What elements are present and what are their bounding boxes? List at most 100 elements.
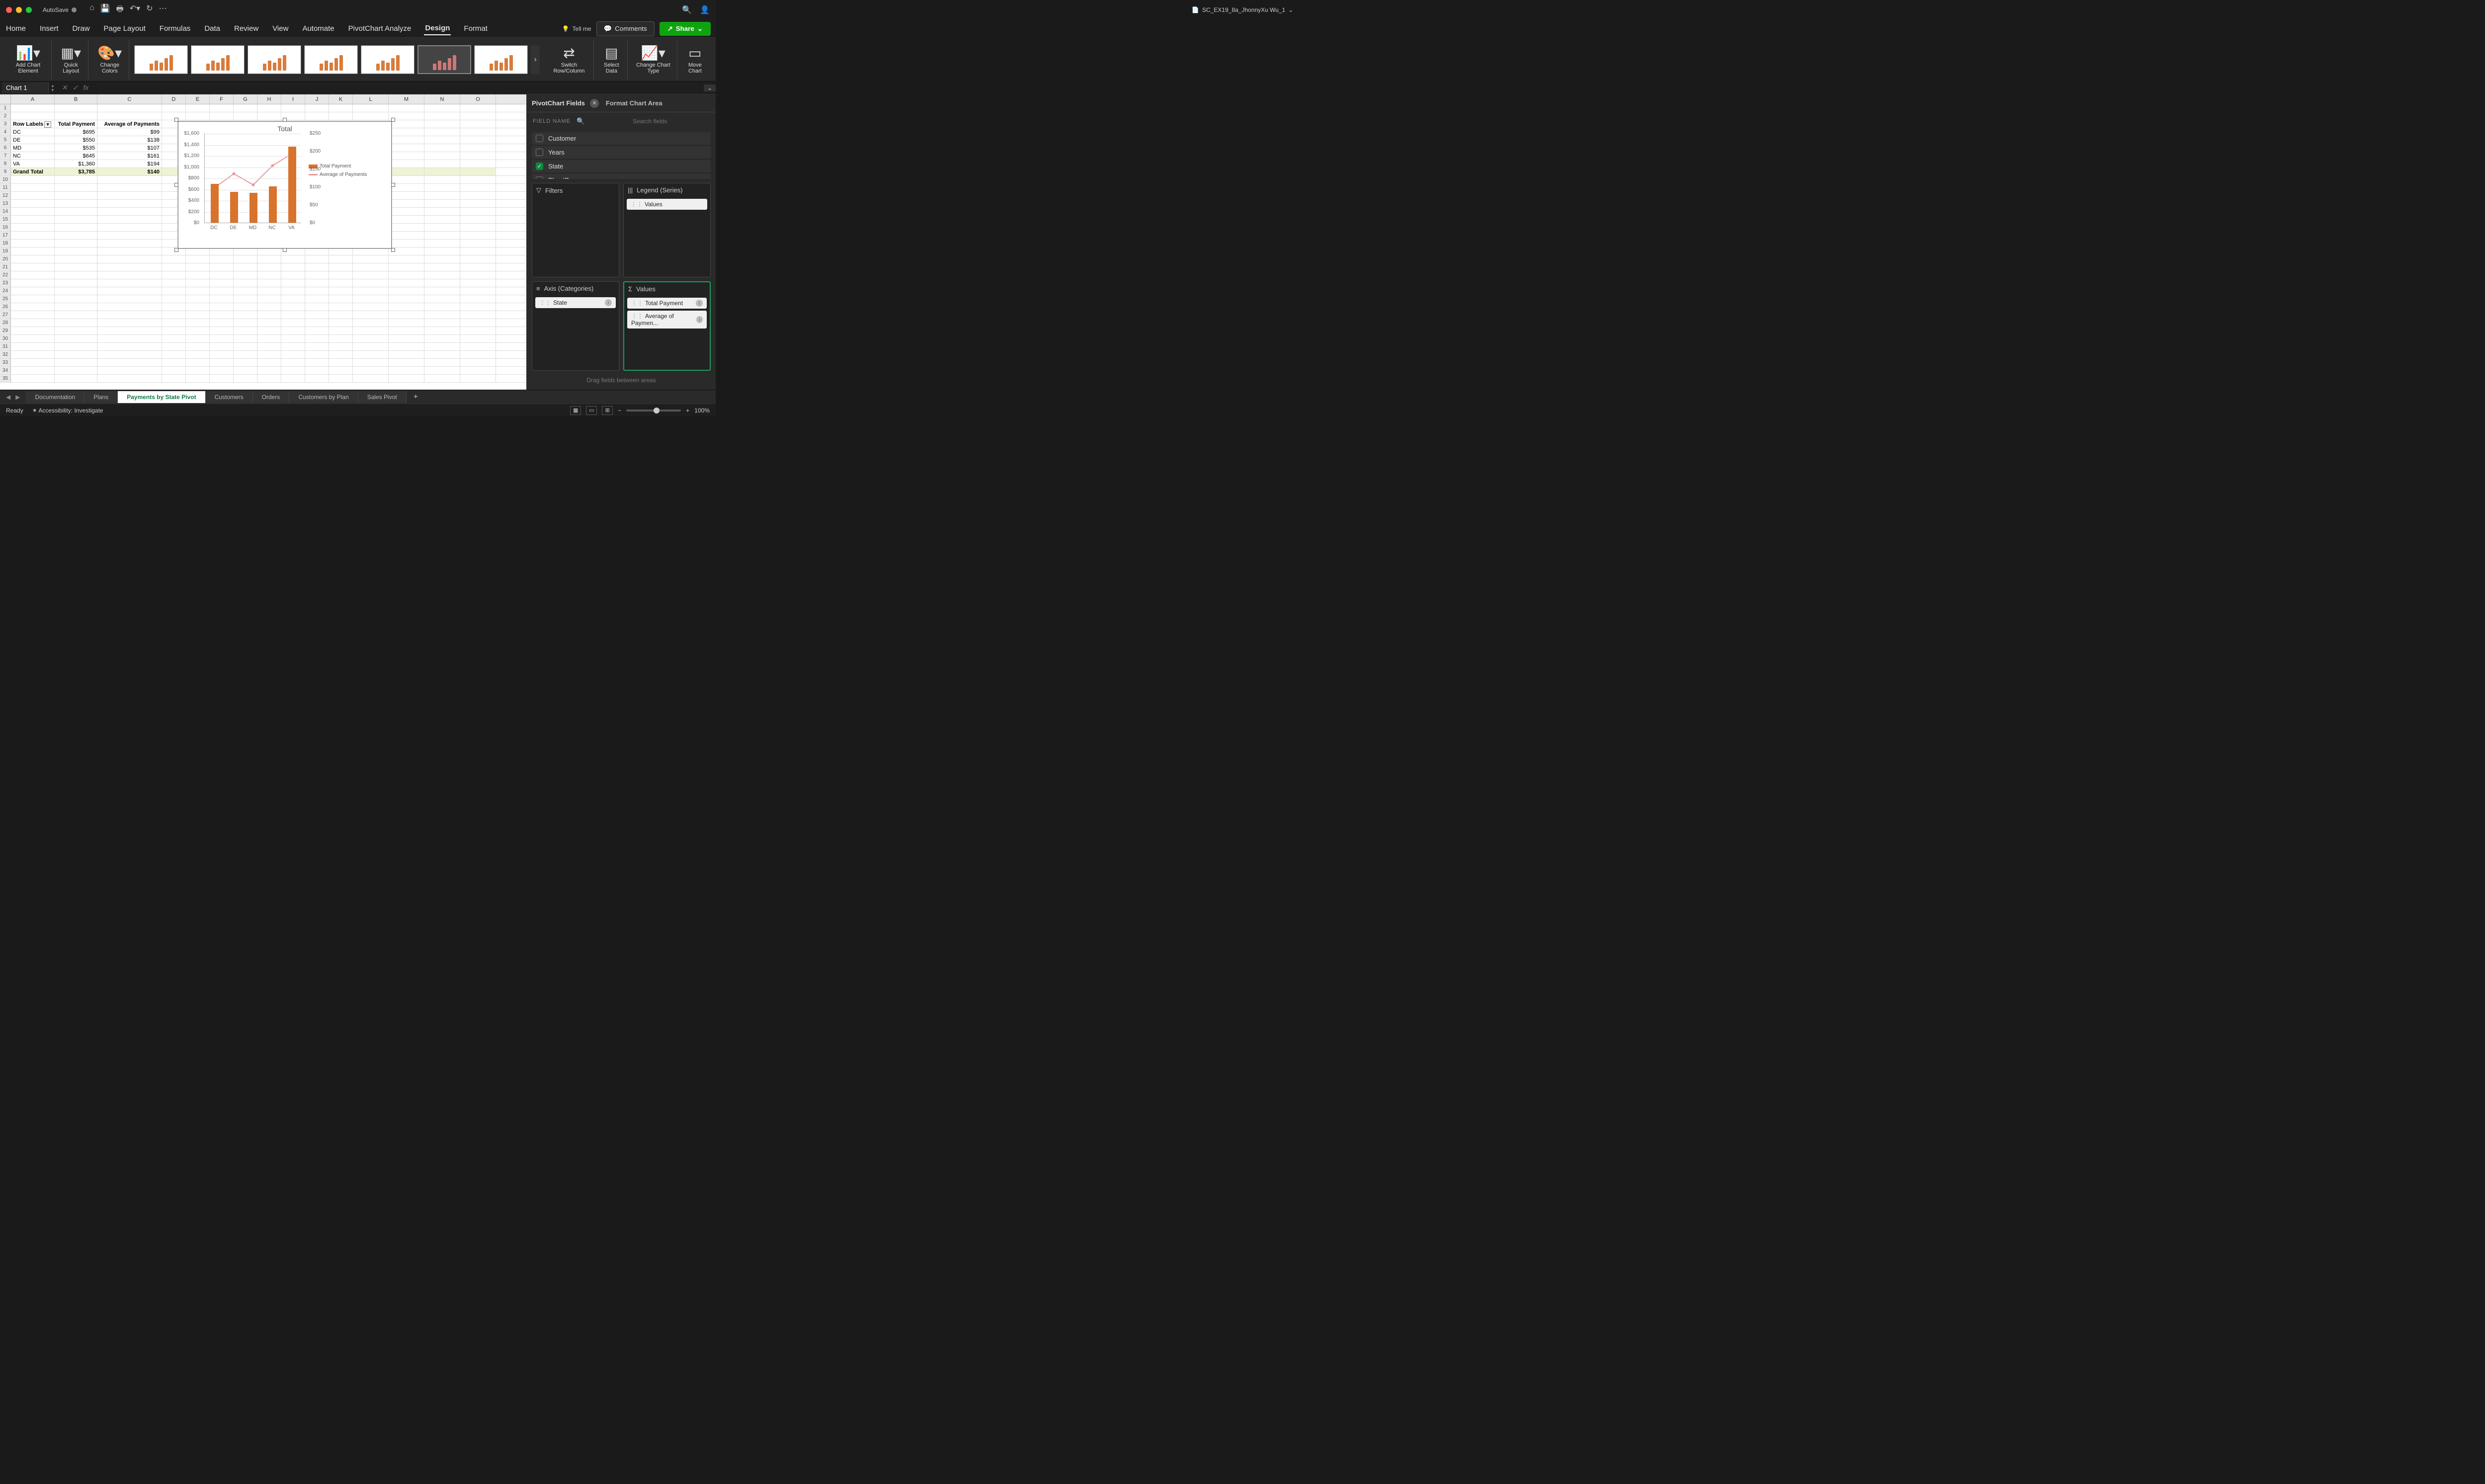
cell[interactable] xyxy=(210,319,234,327)
cell[interactable] xyxy=(11,240,55,247)
cell[interactable] xyxy=(162,263,186,271)
field-item-customer[interactable]: Customer xyxy=(532,132,711,145)
cell[interactable] xyxy=(55,216,97,223)
cell[interactable] xyxy=(389,343,424,350)
cell[interactable] xyxy=(460,200,496,207)
cell[interactable] xyxy=(389,311,424,319)
fx-icon[interactable]: fx xyxy=(83,83,88,92)
sheet-prev-icon[interactable]: ◀ xyxy=(6,394,10,401)
sheet-tab-customers[interactable]: Customers xyxy=(206,391,253,403)
cell[interactable]: $1,360 xyxy=(55,160,97,167)
cell[interactable] xyxy=(389,240,424,247)
cell[interactable] xyxy=(329,287,353,295)
cell[interactable] xyxy=(329,351,353,358)
cell[interactable] xyxy=(162,335,186,342)
cell[interactable] xyxy=(234,327,257,334)
cell[interactable] xyxy=(186,359,210,366)
sheet-tab-documentation[interactable]: Documentation xyxy=(26,391,84,403)
cell[interactable] xyxy=(97,303,162,311)
cell[interactable] xyxy=(424,240,460,247)
cell[interactable] xyxy=(210,263,234,271)
cell[interactable]: NC xyxy=(11,152,55,160)
cell[interactable] xyxy=(97,327,162,334)
cell[interactable] xyxy=(305,359,329,366)
page-layout-view-icon[interactable]: ▭ xyxy=(586,406,597,415)
cell[interactable] xyxy=(460,295,496,303)
add-chart-element-button[interactable]: 📊▾ Add Chart Element xyxy=(5,40,52,80)
cell[interactable] xyxy=(281,271,305,279)
cell[interactable] xyxy=(210,295,234,303)
row-35[interactable]: 35 xyxy=(0,375,526,383)
cell[interactable] xyxy=(11,327,55,334)
cell[interactable] xyxy=(186,351,210,358)
print-icon[interactable]: 🖶 xyxy=(116,3,124,17)
cell[interactable] xyxy=(424,375,460,382)
row-30[interactable]: 30 xyxy=(0,335,526,343)
name-box[interactable]: Chart 1 xyxy=(2,82,49,93)
gallery-next-button[interactable]: › xyxy=(531,45,540,74)
cell[interactable] xyxy=(329,303,353,311)
cell[interactable] xyxy=(11,263,55,271)
cell[interactable] xyxy=(389,295,424,303)
cell[interactable] xyxy=(234,279,257,287)
cell[interactable] xyxy=(424,112,460,120)
cell[interactable] xyxy=(389,255,424,263)
cell[interactable] xyxy=(353,375,389,382)
cell[interactable] xyxy=(186,319,210,327)
cell[interactable] xyxy=(460,160,496,167)
cell[interactable]: MD xyxy=(11,144,55,152)
cell[interactable] xyxy=(11,176,55,183)
cell[interactable] xyxy=(389,351,424,358)
chart-style-1[interactable] xyxy=(134,45,188,74)
cell[interactable] xyxy=(11,287,55,295)
pivot-chart[interactable]: Total $0$200$400$600$800$1,000$1,200$1,4… xyxy=(178,121,392,248)
cell[interactable] xyxy=(460,351,496,358)
cell[interactable] xyxy=(460,367,496,374)
row-20[interactable]: 20 xyxy=(0,255,526,263)
cell[interactable] xyxy=(210,351,234,358)
col-header-i[interactable]: I xyxy=(281,94,305,104)
cell[interactable] xyxy=(424,343,460,350)
cell[interactable] xyxy=(186,335,210,342)
cell[interactable] xyxy=(234,303,257,311)
row-24[interactable]: 24 xyxy=(0,287,526,295)
confirm-icon[interactable]: ✓ xyxy=(73,83,79,92)
cell[interactable] xyxy=(11,335,55,342)
cell[interactable] xyxy=(329,279,353,287)
cell[interactable] xyxy=(186,112,210,120)
tab-insert[interactable]: Insert xyxy=(39,22,60,35)
cell[interactable]: $161 xyxy=(97,152,162,160)
col-header-d[interactable]: D xyxy=(162,94,186,104)
cell[interactable] xyxy=(305,255,329,263)
cell[interactable] xyxy=(389,120,424,128)
cell[interactable] xyxy=(329,295,353,303)
cell[interactable]: $107 xyxy=(97,144,162,152)
document-title[interactable]: 📄 SC_EX19_8a_JhonnyXu Wu_1 ⌄ xyxy=(1192,6,1293,13)
cell[interactable] xyxy=(329,375,353,382)
cell[interactable] xyxy=(353,351,389,358)
bar-DE[interactable] xyxy=(230,192,238,223)
cell[interactable] xyxy=(210,359,234,366)
cell[interactable] xyxy=(210,335,234,342)
cell[interactable] xyxy=(257,112,281,120)
cell[interactable] xyxy=(424,319,460,327)
cell[interactable] xyxy=(305,287,329,295)
cell[interactable] xyxy=(210,255,234,263)
cell[interactable] xyxy=(55,295,97,303)
cell[interactable] xyxy=(281,104,305,112)
cell[interactable] xyxy=(460,208,496,215)
cell[interactable] xyxy=(424,216,460,223)
cell[interactable] xyxy=(329,247,353,255)
sheet-next-icon[interactable]: ▶ xyxy=(15,394,20,401)
row-27[interactable]: 27 xyxy=(0,311,526,319)
cell[interactable] xyxy=(11,255,55,263)
col-header-n[interactable]: N xyxy=(424,94,460,104)
cell[interactable] xyxy=(55,351,97,358)
cell[interactable] xyxy=(424,104,460,112)
tab-view[interactable]: View xyxy=(271,22,289,35)
cell[interactable] xyxy=(162,359,186,366)
cell[interactable] xyxy=(11,295,55,303)
cell[interactable] xyxy=(305,112,329,120)
cell[interactable] xyxy=(353,112,389,120)
cell[interactable] xyxy=(305,279,329,287)
